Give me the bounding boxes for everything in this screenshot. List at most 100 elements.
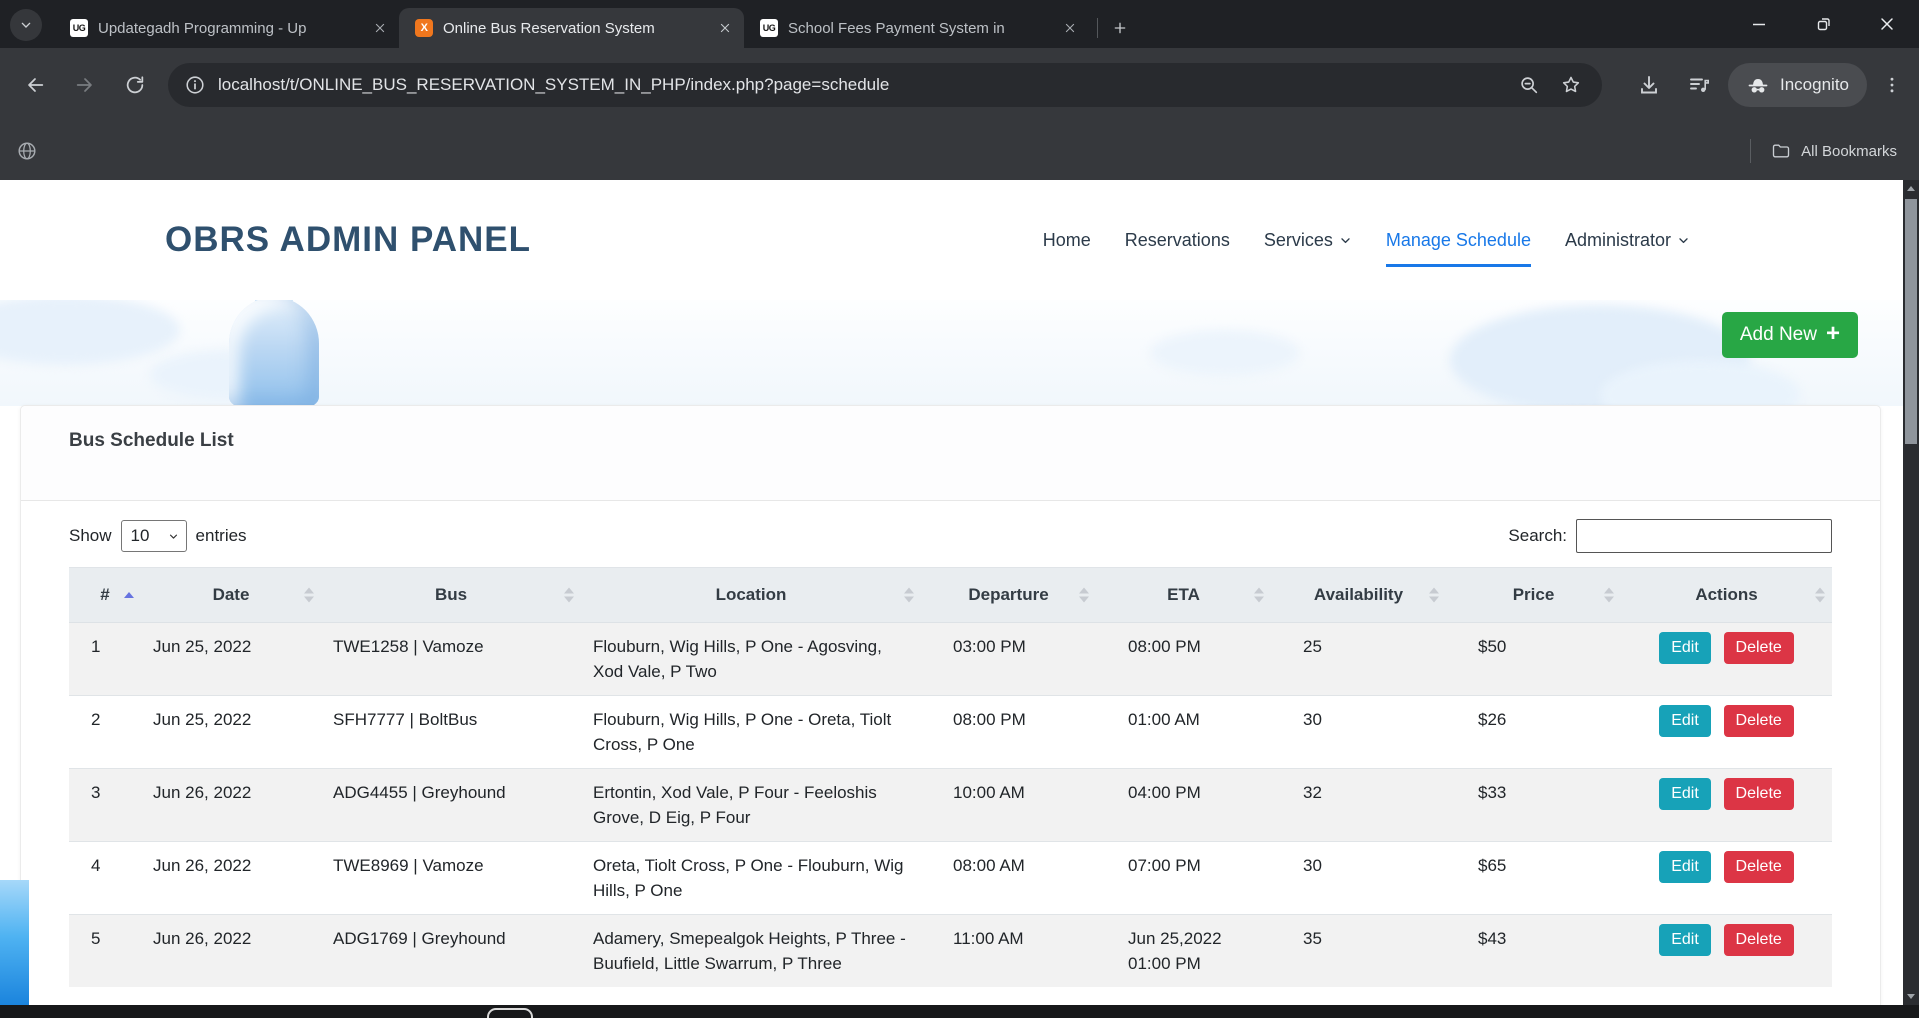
delete-button[interactable]: Delete xyxy=(1724,778,1794,810)
table-header-row: # Date Bus Location Departure xyxy=(69,568,1832,623)
delete-button[interactable]: Delete xyxy=(1724,705,1794,737)
column-header-eta[interactable]: ETA xyxy=(1096,568,1271,623)
tab-favicon-xampp: X xyxy=(415,19,433,37)
entries-select[interactable]: 10 xyxy=(121,520,187,552)
scrollbar-thumb[interactable] xyxy=(1905,199,1917,444)
minimize-button[interactable] xyxy=(1727,0,1791,48)
sort-icons xyxy=(564,588,574,603)
nav-item-home[interactable]: Home xyxy=(1043,226,1091,255)
bookmarks-bar: All Bookmarks xyxy=(0,122,1919,180)
cell-bus: ADG1769 | Greyhound xyxy=(321,915,581,988)
bookmark-star-icon[interactable] xyxy=(1556,70,1586,100)
column-header-actions[interactable]: Actions xyxy=(1621,568,1832,623)
cell-bus: ADG4455 | Greyhound xyxy=(321,769,581,842)
cell-actions: Edit Delete xyxy=(1621,696,1832,769)
address-bar[interactable]: localhost/t/ONLINE_BUS_RESERVATION_SYSTE… xyxy=(168,63,1602,107)
tab-school-fees[interactable]: UG School Fees Payment System in xyxy=(744,8,1089,48)
plus-icon xyxy=(1112,20,1128,36)
table-row: 2 Jun 25, 2022 SFH7777 | BoltBus Floubur… xyxy=(69,696,1832,769)
schedule-table-wrap: # Date Bus Location Departure xyxy=(69,567,1832,987)
tab-strip: UG Updategadh Programming - Up X Online … xyxy=(0,0,1919,48)
window-controls xyxy=(1727,0,1919,48)
cell-num: 1 xyxy=(69,623,141,696)
nav-links: Home Reservations Services Manage Schedu… xyxy=(1043,226,1690,255)
column-header-bus[interactable]: Bus xyxy=(321,568,581,623)
entries-select-value: 10 xyxy=(131,526,150,546)
all-bookmarks-button[interactable]: All Bookmarks xyxy=(1763,137,1905,165)
cell-departure: 08:00 PM xyxy=(921,696,1096,769)
browser-menu-button[interactable] xyxy=(1875,68,1909,102)
cell-price: $65 xyxy=(1446,842,1621,915)
delete-button[interactable]: Delete xyxy=(1724,851,1794,883)
tab-close-icon[interactable] xyxy=(716,19,734,37)
back-button[interactable] xyxy=(15,65,55,105)
table-row: 4 Jun 26, 2022 TWE8969 | Vamoze Oreta, T… xyxy=(69,842,1832,915)
brand-title[interactable]: OBRS ADMIN PANEL xyxy=(165,220,531,260)
maximize-button[interactable] xyxy=(1791,0,1855,48)
cell-departure: 08:00 AM xyxy=(921,842,1096,915)
scrollbar-down-button[interactable] xyxy=(1903,988,1919,1005)
downloads-button[interactable] xyxy=(1630,66,1668,104)
tab-close-icon[interactable] xyxy=(1061,19,1079,37)
nav-item-services[interactable]: Services xyxy=(1264,226,1352,255)
tab-search-button[interactable] xyxy=(10,9,42,41)
tab-separator xyxy=(1097,18,1098,38)
tab-close-icon[interactable] xyxy=(371,19,389,37)
cell-actions: Edit Delete xyxy=(1621,915,1832,988)
sort-icons xyxy=(904,588,914,603)
minimize-icon xyxy=(1749,14,1769,34)
column-header-num[interactable]: # xyxy=(69,568,141,623)
forward-button[interactable] xyxy=(65,65,105,105)
incognito-icon xyxy=(1746,73,1770,97)
tab-favicon-ug: UG xyxy=(70,19,88,37)
edit-button[interactable]: Edit xyxy=(1659,851,1711,883)
cell-availability: 32 xyxy=(1271,769,1446,842)
column-header-departure[interactable]: Departure xyxy=(921,568,1096,623)
bottom-taskbar-strip xyxy=(0,1005,1919,1018)
bookmarks-right-group: All Bookmarks xyxy=(1750,137,1905,165)
nav-item-manage-schedule[interactable]: Manage Schedule xyxy=(1386,226,1531,255)
close-icon xyxy=(1877,14,1897,34)
search-label: Search: xyxy=(1508,526,1567,546)
reload-button[interactable] xyxy=(115,65,155,105)
sort-asc-icon xyxy=(124,592,134,598)
nav-item-administrator[interactable]: Administrator xyxy=(1565,226,1690,255)
globe-icon xyxy=(16,140,38,162)
media-controls-button[interactable] xyxy=(1680,66,1718,104)
zoom-icon[interactable] xyxy=(1514,70,1544,100)
edit-button[interactable]: Edit xyxy=(1659,778,1711,810)
web-page: OBRS ADMIN PANEL Home Reservations Servi… xyxy=(0,180,1903,1018)
caret-down-icon xyxy=(168,531,179,542)
site-info-icon[interactable] xyxy=(184,74,206,96)
page-length-control: Show 10 entries xyxy=(69,520,247,552)
table-row: 5 Jun 26, 2022 ADG1769 | Greyhound Adame… xyxy=(69,915,1832,988)
column-header-availability[interactable]: Availability xyxy=(1271,568,1446,623)
search-input[interactable] xyxy=(1576,519,1832,553)
edit-button[interactable]: Edit xyxy=(1659,705,1711,737)
column-header-price[interactable]: Price xyxy=(1446,568,1621,623)
page-scrollbar xyxy=(1903,180,1919,1005)
bookmark-item[interactable] xyxy=(14,138,40,164)
table-row: 3 Jun 26, 2022 ADG4455 | Greyhound Erton… xyxy=(69,769,1832,842)
cell-location: Ertontin, Xod Vale, P Four - Feeloshis G… xyxy=(581,769,921,842)
cell-date: Jun 26, 2022 xyxy=(141,842,321,915)
browser-window: UG Updategadh Programming - Up X Online … xyxy=(0,0,1919,1018)
sort-icons xyxy=(1604,588,1614,603)
tab-bus-reservation[interactable]: X Online Bus Reservation System xyxy=(399,8,744,48)
delete-button[interactable]: Delete xyxy=(1724,632,1794,664)
cell-availability: 30 xyxy=(1271,696,1446,769)
lamp-illustration xyxy=(224,284,324,408)
cell-departure: 03:00 PM xyxy=(921,623,1096,696)
edit-button[interactable]: Edit xyxy=(1659,632,1711,664)
column-header-location[interactable]: Location xyxy=(581,568,921,623)
edit-button[interactable]: Edit xyxy=(1659,924,1711,956)
new-tab-button[interactable] xyxy=(1106,14,1134,42)
add-new-button[interactable]: Add New + xyxy=(1722,312,1858,358)
delete-button[interactable]: Delete xyxy=(1724,924,1794,956)
column-header-date[interactable]: Date xyxy=(141,568,321,623)
nav-item-reservations[interactable]: Reservations xyxy=(1125,226,1230,255)
scrollbar-up-button[interactable] xyxy=(1903,180,1919,197)
close-window-button[interactable] xyxy=(1855,0,1919,48)
cell-location: Adamery, Smepealgok Heights, P Three - B… xyxy=(581,915,921,988)
tab-updategadh[interactable]: UG Updategadh Programming - Up xyxy=(54,8,399,48)
